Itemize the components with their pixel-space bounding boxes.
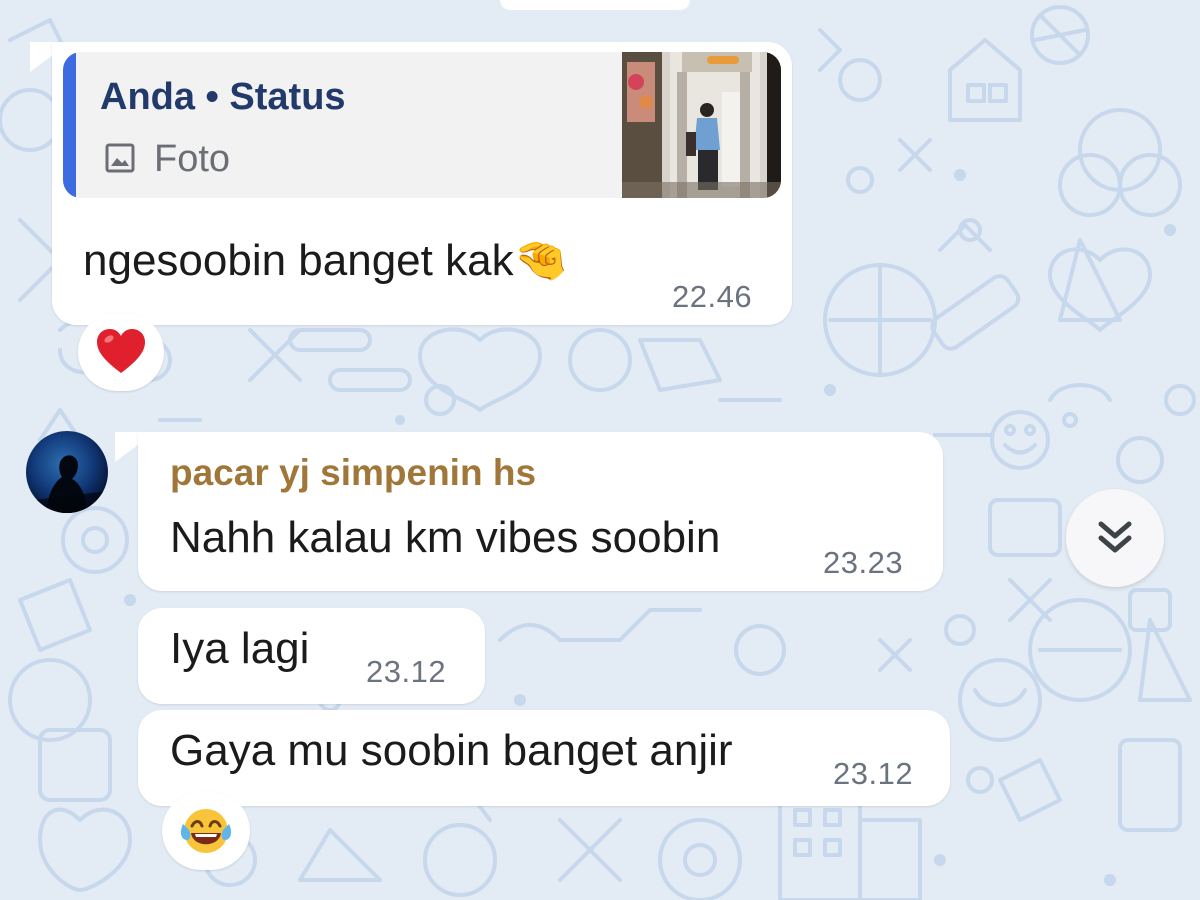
scroll-to-bottom-button[interactable] (1066, 489, 1164, 587)
double-chevron-down-icon (1098, 521, 1132, 553)
laughing-reaction[interactable]: 😂 (162, 792, 250, 870)
quote-type-label: Foto (154, 138, 231, 180)
message-text: Nahh kalau km vibes soobin (170, 513, 721, 562)
message-time: 23.12 (366, 654, 447, 689)
message-time: 22.46 (672, 279, 753, 314)
photo-icon (105, 143, 135, 173)
message-time: 23.23 (823, 545, 904, 580)
message-text: Gaya mu soobin banget anjir (170, 726, 733, 775)
sender-name[interactable]: pacar yj simpenin hs (170, 452, 536, 494)
quote-title: Anda • Status (100, 76, 346, 118)
status-photo-thumbnail[interactable] (622, 52, 781, 198)
message-text: ngesoobin banget kak🤏 (83, 236, 569, 285)
heart-reaction[interactable]: ❤️ (78, 313, 164, 391)
sender-avatar[interactable] (26, 431, 108, 513)
face-with-tears-of-joy-icon (180, 809, 232, 853)
message-time: 23.12 (833, 756, 914, 791)
quote-accent-bar (63, 52, 76, 198)
message-text: Iya lagi (170, 624, 310, 673)
previous-message-fragment (500, 0, 690, 10)
heart-icon (97, 329, 145, 373)
